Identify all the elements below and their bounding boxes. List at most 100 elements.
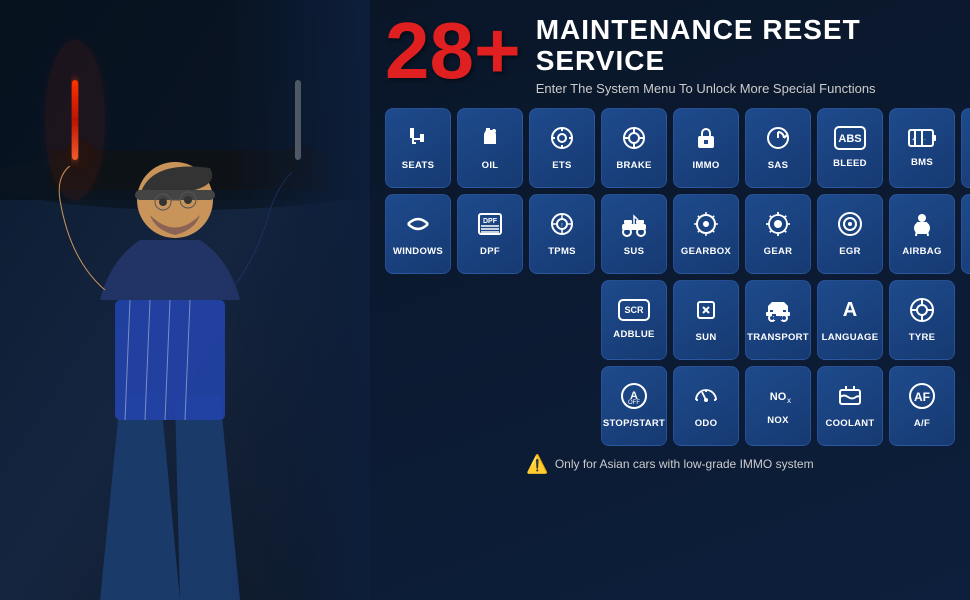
service-item-adblue[interactable]: SCR ADBLUE xyxy=(601,280,667,360)
grid-row-3: SCR ADBLUE SUN xyxy=(385,280,955,360)
warning-icon: ⚠️ xyxy=(526,454,548,475)
coolant-icon xyxy=(836,382,864,414)
seats-label: SEATS xyxy=(402,160,434,171)
tyre-label: TYRE xyxy=(909,332,936,343)
service-item-airbag[interactable]: AIRBAG xyxy=(889,194,955,274)
airbag-icon xyxy=(908,210,936,242)
bleed-icon: ABS xyxy=(834,126,866,154)
left-panel xyxy=(0,0,380,600)
service-item-transport[interactable]: TRANSPORT xyxy=(745,280,811,360)
seats-icon xyxy=(404,124,432,156)
sas-icon xyxy=(764,124,792,156)
main-content: 28+ MAINTENANCE RESET SERVICE Enter The … xyxy=(370,0,970,600)
main-title: MAINTENANCE RESET SERVICE xyxy=(536,15,955,77)
sun-label: SUN xyxy=(696,332,717,343)
sus-label: SUS xyxy=(624,246,644,257)
svg-text:x: x xyxy=(787,396,791,405)
svg-text:ABS: ABS xyxy=(838,133,861,145)
grid-row-2: WINDOWS DPF DPF xyxy=(385,194,955,274)
service-item-brake[interactable]: BRAKE xyxy=(601,108,667,188)
sub-title: Enter The System Menu To Unlock More Spe… xyxy=(536,81,955,96)
service-item-language[interactable]: A LANGUAGE xyxy=(817,280,883,360)
header-text: MAINTENANCE RESET SERVICE Enter The Syst… xyxy=(536,15,955,96)
service-item-bms[interactable]: + - BMS xyxy=(889,108,955,188)
service-item-sus[interactable]: SUS xyxy=(601,194,667,274)
service-item-seats[interactable]: SEATS xyxy=(385,108,451,188)
airbag-label: AIRBAG xyxy=(902,246,941,257)
service-item-immo[interactable]: IMMO xyxy=(673,108,739,188)
service-item-af[interactable]: AF A/F xyxy=(889,366,955,446)
service-item-egr[interactable]: EGR xyxy=(817,194,883,274)
svg-text:-: - xyxy=(924,137,926,143)
grid-row-1: SEATS OIL xyxy=(385,108,955,188)
odo-label: ODO xyxy=(695,418,718,429)
svg-text:SCR: SCR xyxy=(624,305,644,315)
oil-icon xyxy=(476,124,504,156)
svg-text:OFF: OFF xyxy=(628,400,640,406)
service-item-bleed[interactable]: ABS BLEED xyxy=(817,108,883,188)
immo-label: IMMO xyxy=(692,160,719,171)
sun-icon xyxy=(692,296,720,328)
stopstart-icon: A OFF xyxy=(620,382,648,414)
service-item-coolant[interactable]: COOLANT xyxy=(817,366,883,446)
egr-icon xyxy=(836,210,864,242)
service-grid: SEATS OIL xyxy=(385,108,955,446)
service-item-afs[interactable]: AFS xyxy=(961,194,970,274)
adblue-label: ADBLUE xyxy=(613,329,654,340)
service-item-dpf[interactable]: DPF DPF xyxy=(457,194,523,274)
service-item-injec[interactable]: INJEC xyxy=(961,108,970,188)
service-item-odo[interactable]: ODO xyxy=(673,366,739,446)
language-icon: A xyxy=(836,296,864,328)
oil-label: OIL xyxy=(482,160,499,171)
svg-text:A: A xyxy=(843,299,857,321)
language-label: LANGUAGE xyxy=(822,332,879,343)
service-item-nox[interactable]: NO x NOx xyxy=(745,366,811,446)
dpf-label: DPF xyxy=(480,246,500,257)
gear-icon xyxy=(764,210,792,242)
adblue-icon: SCR xyxy=(618,299,650,325)
service-item-windows[interactable]: WINDOWS xyxy=(385,194,451,274)
service-item-oil[interactable]: OIL xyxy=(457,108,523,188)
sas-label: SAS xyxy=(768,160,788,171)
bms-label: BMS xyxy=(911,157,933,168)
brake-label: BRAKE xyxy=(616,160,651,171)
windows-label: WINDOWS xyxy=(393,246,443,257)
service-item-sas[interactable]: SAS xyxy=(745,108,811,188)
windows-icon xyxy=(404,210,432,242)
svg-text:DPF: DPF xyxy=(483,218,498,225)
header: 28+ MAINTENANCE RESET SERVICE Enter The … xyxy=(385,15,955,96)
brake-icon xyxy=(620,124,648,156)
warning-text: Only for Asian cars with low-grade IMMO … xyxy=(555,457,814,471)
odo-icon xyxy=(692,382,720,414)
service-item-tyre[interactable]: TYRE xyxy=(889,280,955,360)
ets-icon xyxy=(548,124,576,156)
ets-label: ETS xyxy=(552,160,571,171)
sus-icon xyxy=(620,210,648,242)
af-label: A/F xyxy=(914,418,930,429)
svg-text:!: ! xyxy=(561,223,562,229)
svg-text:NO: NO xyxy=(770,391,787,403)
tpms-icon: ! xyxy=(548,210,576,242)
service-item-sun[interactable]: SUN xyxy=(673,280,739,360)
af-icon: AF xyxy=(908,382,936,414)
service-item-tpms[interactable]: ! TPMS xyxy=(529,194,595,274)
svg-text:AF: AF xyxy=(914,390,930,404)
egr-label: EGR xyxy=(839,246,861,257)
service-item-gear[interactable]: GEAR xyxy=(745,194,811,274)
dpf-icon: DPF xyxy=(476,210,504,242)
service-item-stopstart[interactable]: A OFF STOP/START xyxy=(601,366,667,446)
grid-row-4: A OFF STOP/START ODO xyxy=(385,366,955,446)
tyre-icon xyxy=(908,296,936,328)
tpms-label: TPMS xyxy=(548,246,576,257)
warning-bar: ⚠️ Only for Asian cars with low-grade IM… xyxy=(385,454,955,475)
bleed-label: BLEED xyxy=(833,158,867,169)
gear-label: GEAR xyxy=(764,246,793,257)
immo-icon xyxy=(692,124,720,156)
nox-icon: NO x xyxy=(762,385,794,411)
service-item-ets[interactable]: ETS xyxy=(529,108,595,188)
transport-label: TRANSPORT xyxy=(747,332,809,343)
bms-icon: + - xyxy=(908,127,936,153)
service-item-gearbox[interactable]: ! GEARBOX xyxy=(673,194,739,274)
coolant-label: COOLANT xyxy=(825,418,874,429)
stopstart-label: STOP/START xyxy=(603,418,665,429)
